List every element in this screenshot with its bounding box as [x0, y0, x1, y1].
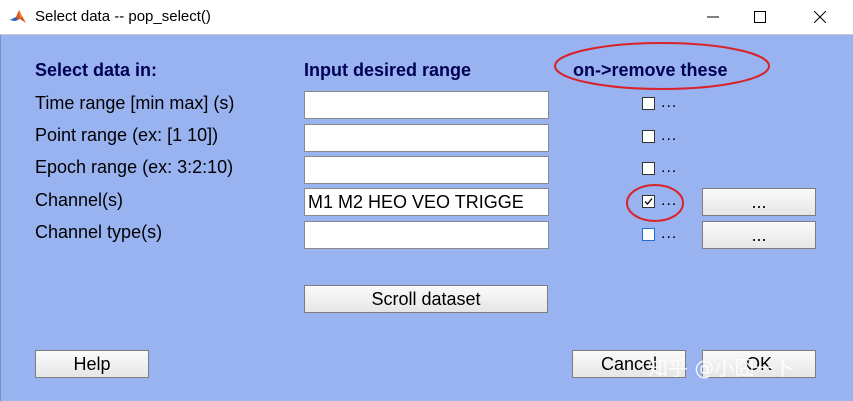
remove-header-annotation [554, 42, 770, 90]
watermark: 知乎 @小囧一卜 [648, 356, 795, 380]
annotation-overlay [554, 42, 770, 222]
channels-checkbox-annotation [626, 184, 684, 222]
